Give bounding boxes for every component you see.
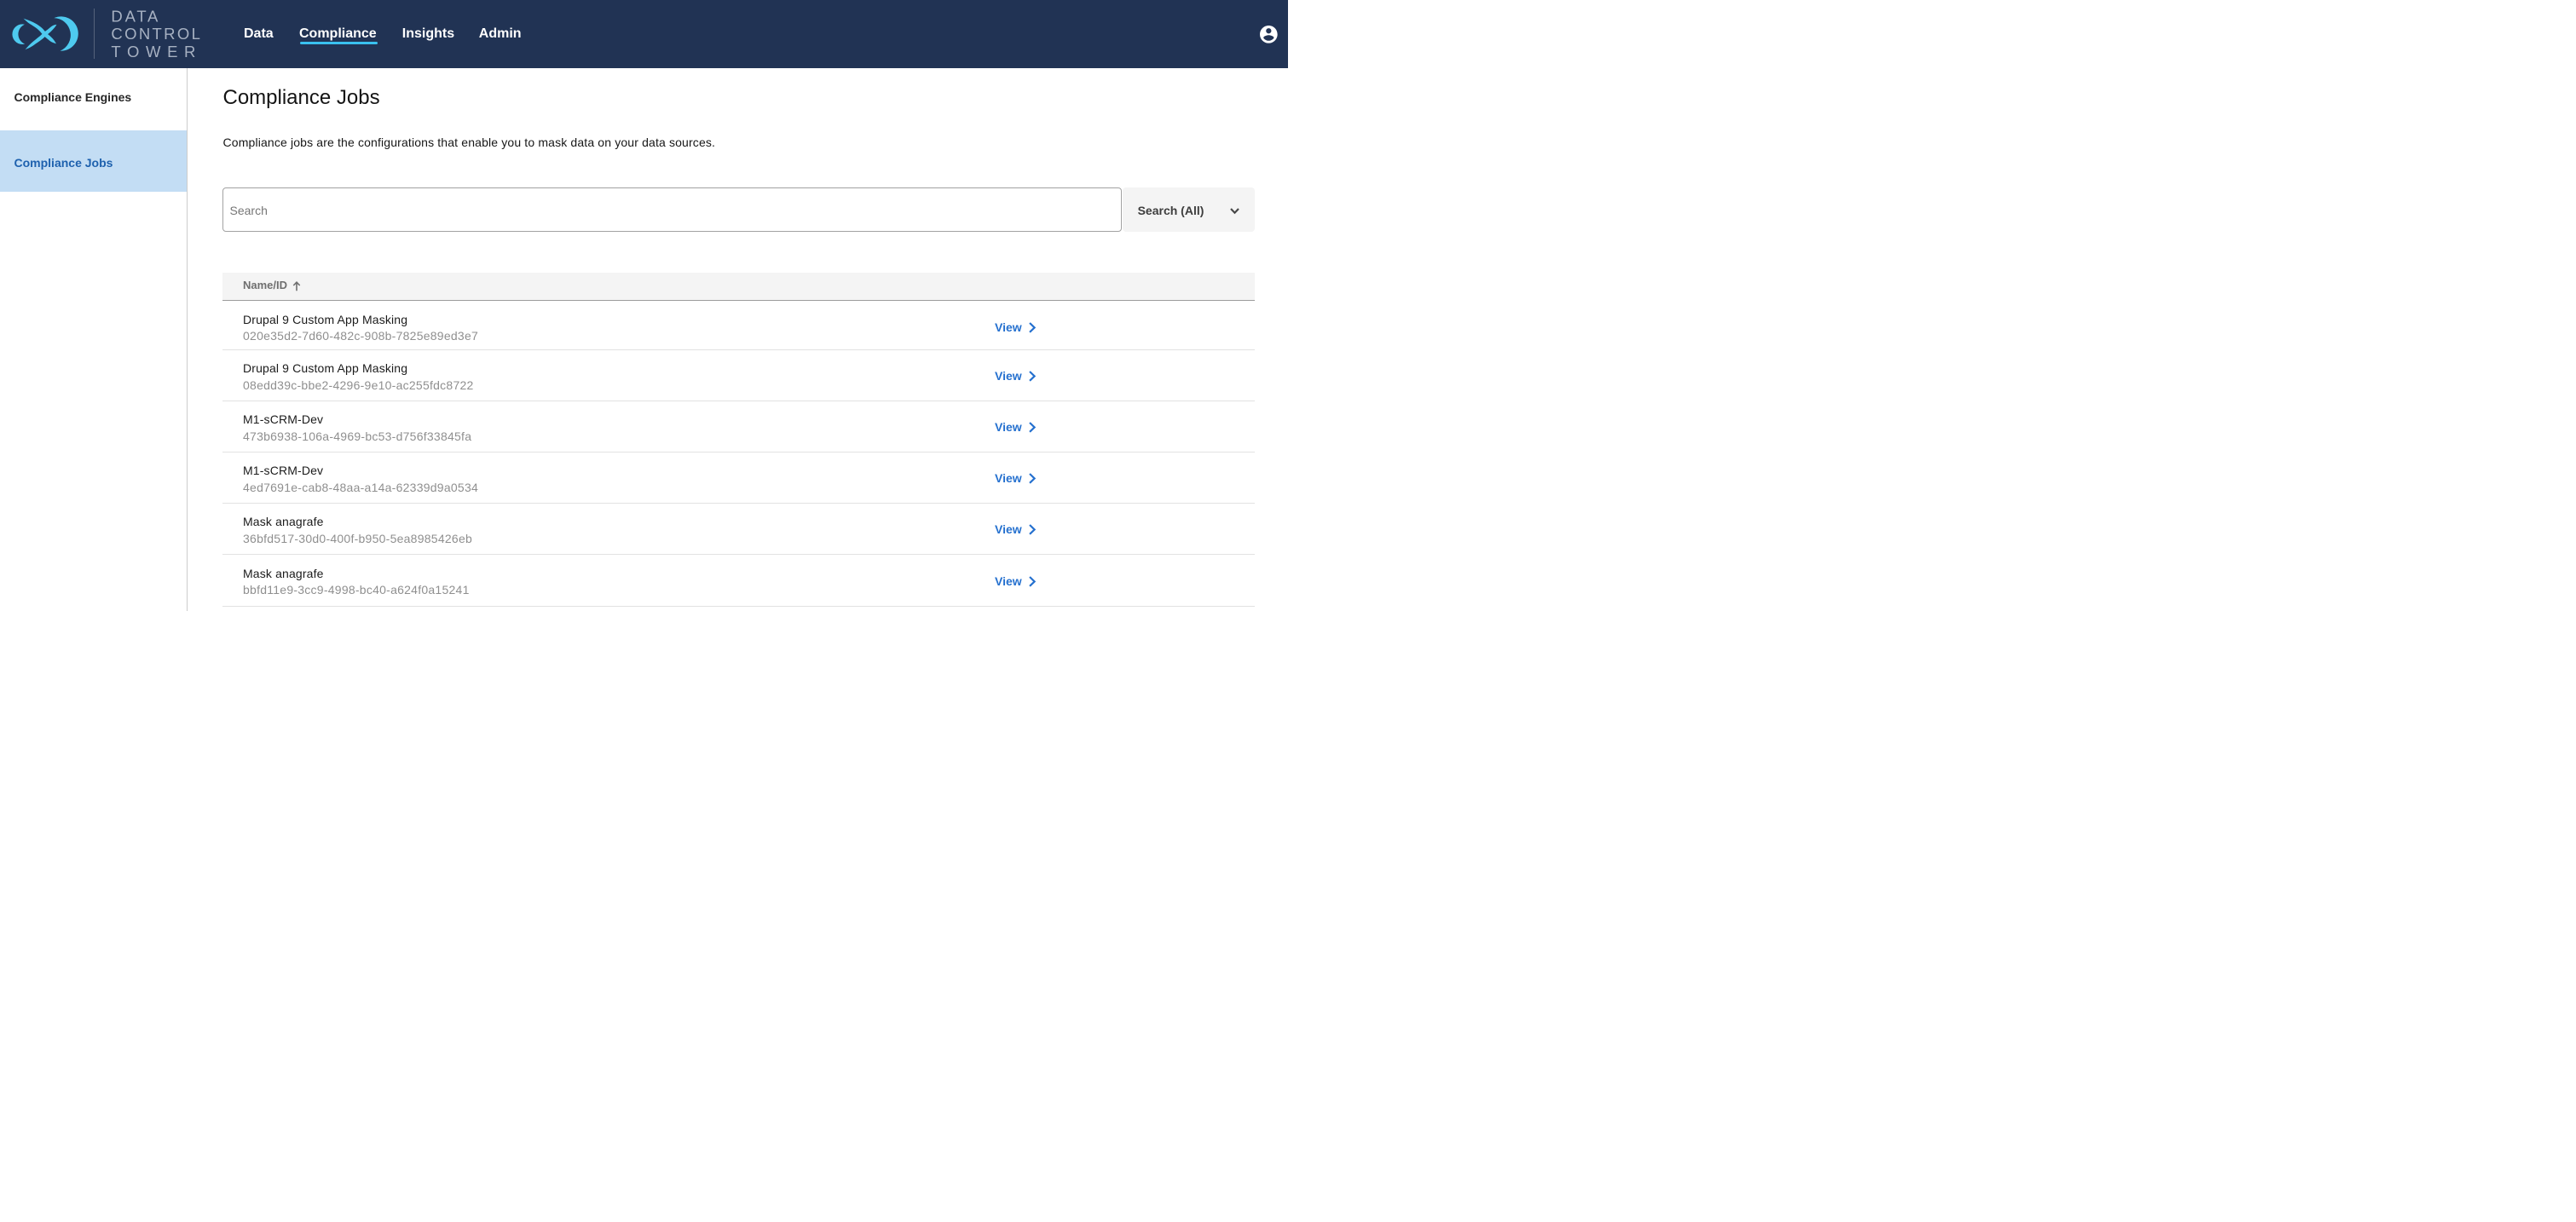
svg-text:TOWER: TOWER: [111, 43, 195, 61]
svg-text:DATA: DATA: [111, 7, 159, 25]
svg-text:CONTROL: CONTROL: [111, 25, 200, 43]
